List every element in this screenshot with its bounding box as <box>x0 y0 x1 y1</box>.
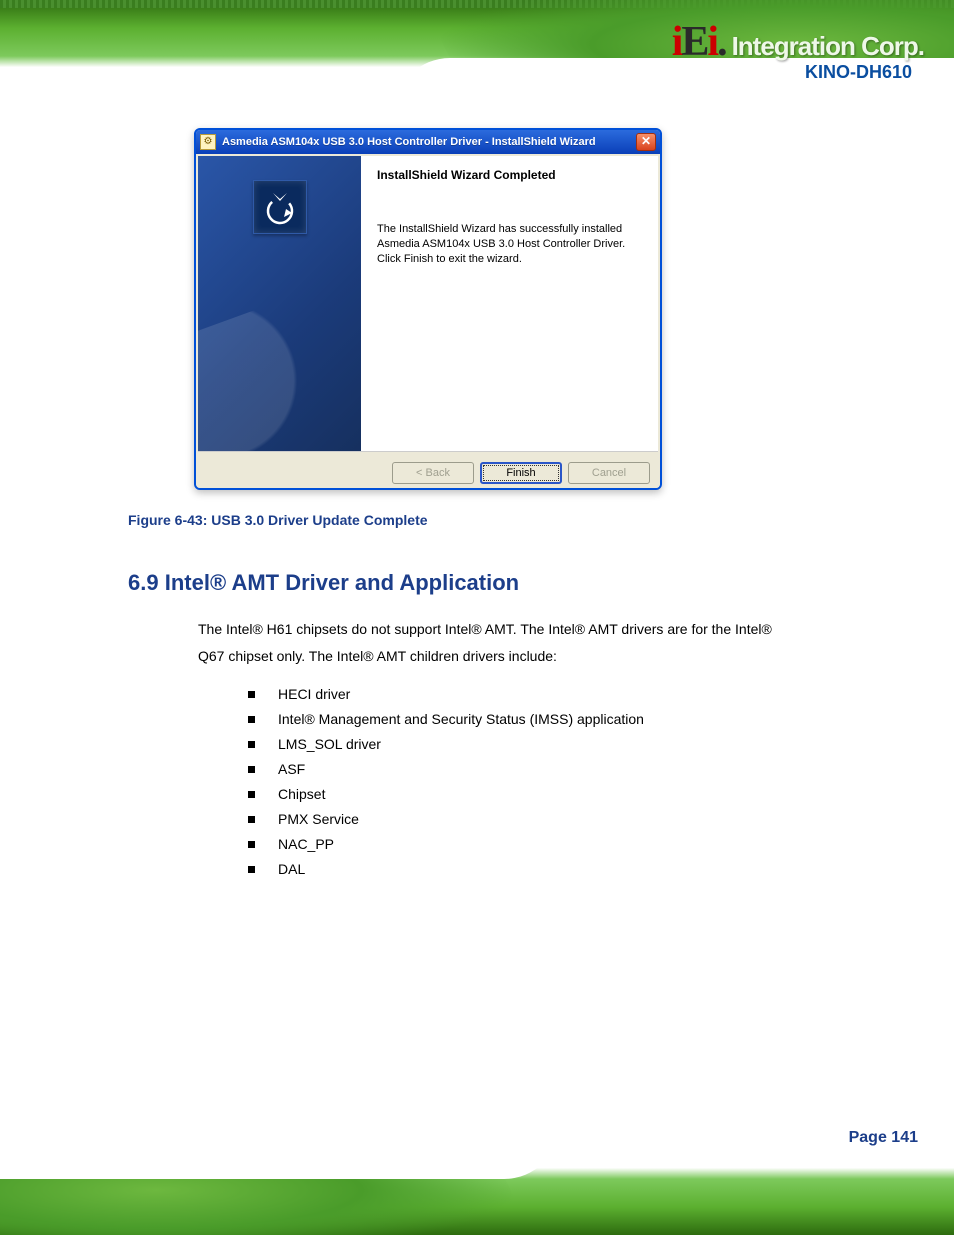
close-icon[interactable]: ✕ <box>636 133 656 151</box>
dialog-footer: < Back Finish Cancel <box>196 454 660 490</box>
logo-iei-icon: iEi. <box>672 18 726 66</box>
section-title: Intel® AMT Driver and Application <box>165 570 519 595</box>
dialog-sidebar-graphic <box>198 156 361 451</box>
finish-button[interactable]: Finish <box>480 462 562 484</box>
brand-logo: iEi. Integration Corp. <box>672 18 924 66</box>
list-item: NAC_PP <box>248 836 644 852</box>
cancel-button[interactable]: Cancel <box>568 462 650 484</box>
install-complete-icon <box>253 180 307 234</box>
list-item: ASF <box>248 761 644 777</box>
logo-text: Integration Corp. <box>732 31 924 62</box>
titlebar: ⚙ Asmedia ASM104x USB 3.0 Host Controlle… <box>196 130 660 154</box>
product-name: KINO-DH610 <box>805 62 912 83</box>
dialog-heading: InstallShield Wizard Completed <box>377 168 642 182</box>
installer-icon: ⚙ <box>200 134 216 150</box>
list-item: Intel® Management and Security Status (I… <box>248 711 644 727</box>
dialog-body: InstallShield Wizard Completed The Insta… <box>198 156 658 452</box>
section-number: 6.9 <box>128 570 159 595</box>
installshield-dialog: ⚙ Asmedia ASM104x USB 3.0 Host Controlle… <box>194 128 662 490</box>
footer-swoosh-graphic <box>0 1123 520 1235</box>
list-item: LMS_SOL driver <box>248 736 644 752</box>
footer-banner <box>0 1123 954 1235</box>
header-banner: iEi. Integration Corp. KINO-DH610 <box>0 0 954 112</box>
figure-caption: Figure 6-43: USB 3.0 Driver Update Compl… <box>128 512 428 528</box>
driver-list: HECI driver Intel® Management and Securi… <box>248 686 644 886</box>
list-item: HECI driver <box>248 686 644 702</box>
section-intro: The Intel® H61 chipsets do not support I… <box>198 616 798 669</box>
page-number: Page 141 <box>849 1129 918 1147</box>
list-item: DAL <box>248 861 644 877</box>
list-item: PMX Service <box>248 811 644 827</box>
dialog-message: The InstallShield Wizard has successfull… <box>377 222 642 267</box>
window-title: Asmedia ASM104x USB 3.0 Host Controller … <box>222 136 630 148</box>
back-button[interactable]: < Back <box>392 462 474 484</box>
dialog-content: InstallShield Wizard Completed The Insta… <box>361 156 658 451</box>
list-item: Chipset <box>248 786 644 802</box>
section-heading: 6.9 Intel® AMT Driver and Application <box>128 570 519 596</box>
